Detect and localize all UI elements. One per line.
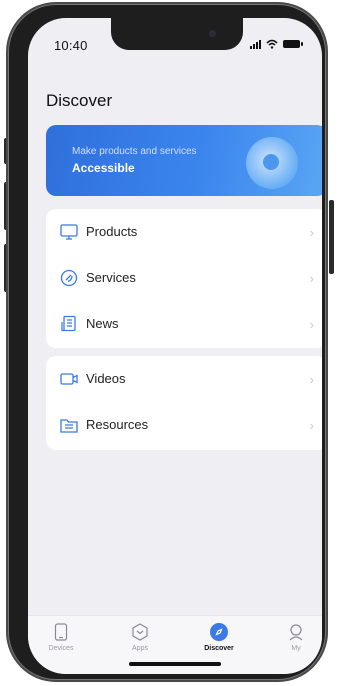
front-camera [209,30,216,37]
battery-icon [283,40,303,48]
monitor-icon [60,224,78,240]
nav-label: Devices [48,645,74,652]
folder-icon [60,419,78,433]
notch [111,18,243,50]
chevron-right-icon: › [309,418,314,433]
menu-group-primary: Products › Services › News › [46,209,322,348]
bottom-nav: Devices Apps Discover My [28,615,322,674]
nav-tab-discover[interactable]: Discover [189,622,249,652]
menu-item-resources[interactable]: Resources › [46,402,322,448]
status-time: 10:40 [54,38,88,53]
device-icon [54,623,68,641]
status-icons [250,39,303,49]
news-icon [61,315,76,332]
chevron-right-icon: › [309,372,314,387]
signal-icon [250,39,261,49]
phone-screen: 10:40 Discover Make products and service… [28,18,322,674]
banner-headline: Accessible [72,161,135,175]
nav-label: Discover [204,645,234,652]
chevron-right-icon: › [309,271,314,286]
apps-hexagon-icon [132,623,148,641]
nav-tab-apps[interactable]: Apps [110,622,170,652]
nav-label: My [291,645,301,652]
menu-item-products[interactable]: Products › [46,209,322,255]
chevron-right-icon: › [309,225,314,240]
menu-item-label: Videos [86,371,126,386]
video-camera-icon [60,373,78,385]
compass-icon [210,623,228,641]
banner-subtitle: Make products and services [72,146,197,157]
power-button [329,200,334,274]
promo-banner[interactable]: Make products and services Accessible [46,125,322,196]
menu-item-news[interactable]: News › [46,301,322,347]
chevron-right-icon: › [309,317,314,332]
menu-item-label: Resources [86,417,149,432]
nav-label: Apps [132,645,148,652]
phone-frame: 10:40 Discover Make products and service… [8,4,326,680]
menu-group-secondary: Videos › Resources › [46,356,322,450]
menu-item-label: Products [86,224,138,239]
menu-item-label: Services [86,270,136,285]
wifi-icon [266,39,278,49]
menu-item-services[interactable]: Services › [46,255,322,301]
lens-graphic [246,137,298,189]
nav-tab-devices[interactable]: Devices [31,622,91,652]
page-title: Discover [46,91,113,110]
menu-item-videos[interactable]: Videos › [46,356,322,402]
services-icon [60,269,78,287]
user-icon [289,624,303,641]
nav-tab-my[interactable]: My [266,622,322,652]
menu-item-label: News [86,316,119,331]
home-indicator[interactable] [129,662,221,666]
